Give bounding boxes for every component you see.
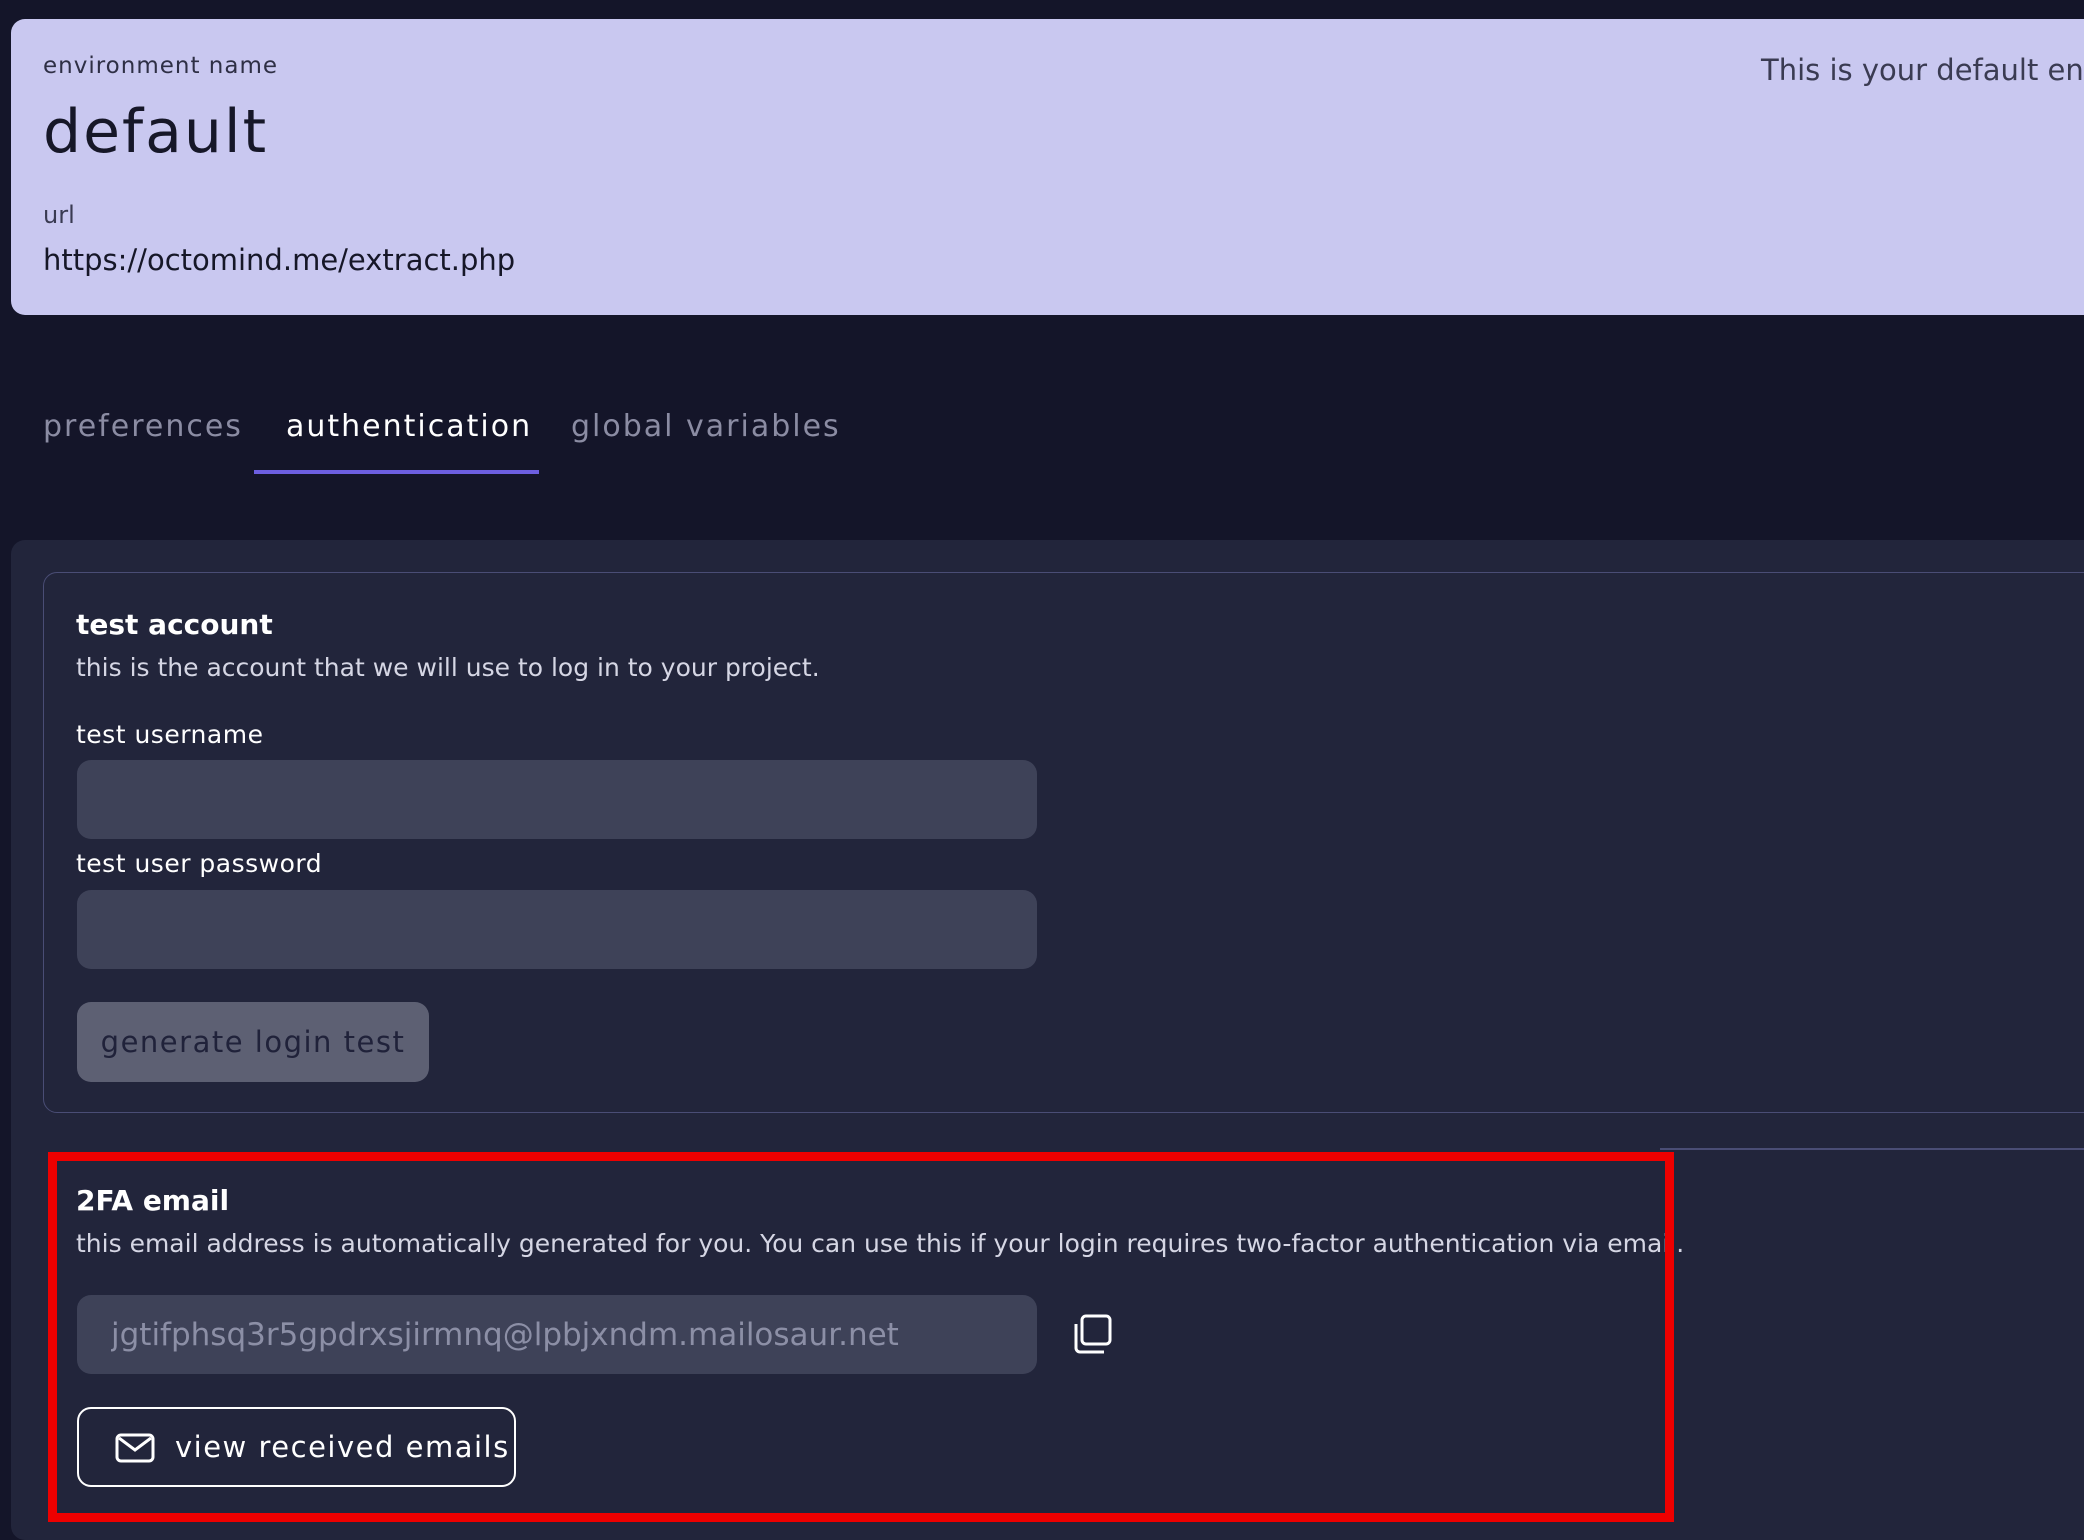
twofa-email-title: 2FA email: [76, 1184, 230, 1217]
tab-preferences[interactable]: preferences: [43, 398, 243, 472]
tab-global-variables[interactable]: global variables: [571, 398, 841, 472]
url-label: url: [43, 201, 75, 229]
view-received-emails-button[interactable]: view received emails: [77, 1407, 516, 1487]
environment-name-label: environment name: [43, 53, 279, 79]
environment-description: This is your default envi: [1761, 53, 2084, 87]
test-password-label: test user password: [76, 849, 323, 878]
twofa-email-field[interactable]: [77, 1295, 1037, 1374]
copy-icon[interactable]: [1070, 1312, 1116, 1358]
test-password-input[interactable]: [77, 890, 1037, 969]
test-username-label: test username: [76, 720, 264, 749]
environment-name: default: [43, 97, 269, 167]
view-received-emails-label: view received emails: [175, 1430, 510, 1464]
test-account-description: this is the account that we will use to …: [76, 653, 820, 682]
url-value: https://octomind.me/extract.php: [43, 243, 516, 277]
generate-login-test-button[interactable]: generate login test: [77, 1002, 429, 1082]
section-divider: [1660, 1148, 2084, 1150]
test-account-title: test account: [76, 608, 273, 641]
test-username-input[interactable]: [77, 760, 1037, 839]
mail-icon: [115, 1433, 155, 1463]
environment-card: environment name default url https://oct…: [11, 19, 2084, 315]
tab-bar: preferences authentication global variab…: [0, 398, 2084, 478]
tab-authentication[interactable]: authentication: [286, 398, 532, 472]
twofa-email-description: this email address is automatically gene…: [76, 1229, 1685, 1258]
active-tab-indicator: [254, 470, 539, 474]
